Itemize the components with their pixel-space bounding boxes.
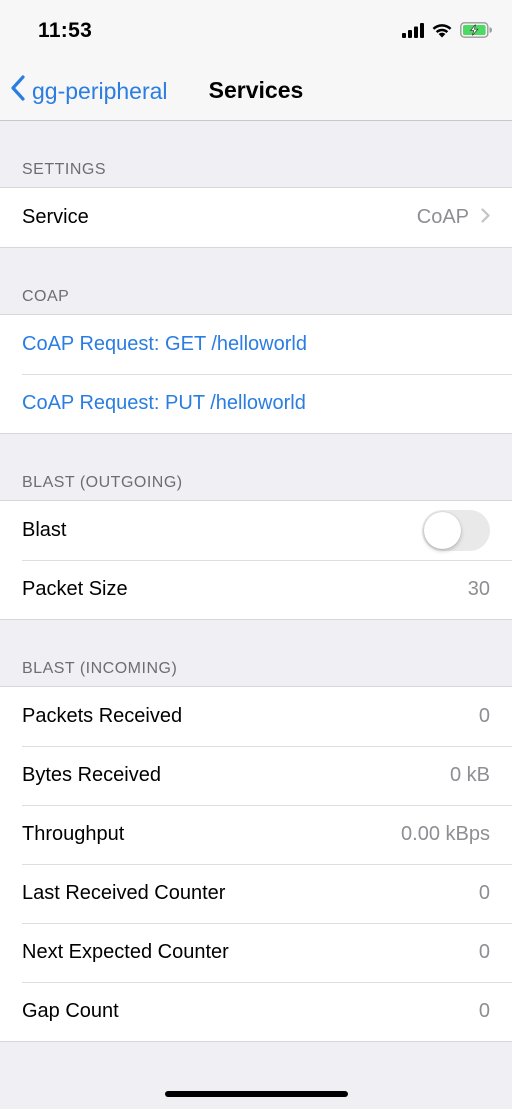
throughput-label: Throughput	[22, 823, 125, 845]
service-label: Service	[22, 206, 89, 228]
throughput-value: 0.00 kBps	[401, 823, 490, 845]
coap-get-request-button[interactable]: CoAP Request: GET /helloworld	[22, 333, 490, 356]
section-header-blast-incoming: BLAST (INCOMING)	[22, 660, 178, 677]
section-header-blast-outgoing: BLAST (OUTGOING)	[22, 474, 183, 491]
coap-get-row[interactable]: CoAP Request: GET /helloworld	[0, 315, 512, 374]
blast-label: Blast	[22, 519, 67, 541]
settings-table: SETTINGS Service CoAP COAP CoAP Request:…	[0, 121, 512, 1042]
next-expected-counter-label: Next Expected Counter	[22, 941, 229, 963]
page-title: Services	[208, 77, 304, 103]
coap-put-request-button[interactable]: CoAP Request: PUT /helloworld	[22, 392, 490, 415]
service-value: CoAP	[416, 206, 469, 228]
chevron-right-icon	[481, 206, 490, 229]
last-received-counter-value: 0	[478, 882, 490, 904]
packet-size-value: 30	[467, 578, 490, 600]
gap-count-row: Gap Count 0	[0, 982, 512, 1041]
packet-size-label: Packet Size	[22, 578, 128, 600]
navigation-bar: gg-peripheral Services	[0, 60, 512, 121]
status-icons	[402, 22, 492, 43]
settings-group: Service CoAP	[0, 187, 512, 248]
blast-toggle-knob	[424, 512, 461, 549]
wifi-icon	[431, 22, 453, 43]
signal-icon	[402, 22, 424, 43]
packets-received-row: Packets Received 0	[0, 687, 512, 746]
bytes-received-label: Bytes Received	[22, 764, 161, 786]
bytes-received-row: Bytes Received 0 kB	[0, 746, 512, 805]
next-expected-counter-value: 0	[478, 941, 490, 963]
blast-incoming-group: Packets Received 0 Bytes Received 0 kB T…	[0, 686, 512, 1042]
coap-group: CoAP Request: GET /helloworld CoAP Reque…	[0, 314, 512, 434]
gap-count-label: Gap Count	[22, 1000, 119, 1022]
blast-row: Blast	[0, 501, 512, 560]
packets-received-label: Packets Received	[22, 705, 183, 727]
packet-size-row: Packet Size 30	[0, 560, 512, 619]
status-time: 11:53	[38, 19, 93, 42]
section-header-coap: COAP	[22, 288, 70, 305]
last-received-counter-row: Last Received Counter 0	[0, 864, 512, 923]
battery-charging-icon	[460, 22, 492, 43]
blast-outgoing-group: Blast Packet Size 30	[0, 500, 512, 620]
blast-toggle[interactable]	[422, 510, 490, 551]
home-indicator[interactable]	[165, 1091, 348, 1097]
last-received-counter-label: Last Received Counter	[22, 882, 226, 904]
status-bar: 11:53	[0, 0, 512, 60]
coap-put-row[interactable]: CoAP Request: PUT /helloworld	[0, 374, 512, 433]
throughput-row: Throughput 0.00 kBps	[0, 805, 512, 864]
bytes-received-value: 0 kB	[449, 764, 490, 786]
packets-received-value: 0	[478, 705, 490, 727]
service-row[interactable]: Service CoAP	[0, 188, 512, 247]
next-expected-counter-row: Next Expected Counter 0	[0, 923, 512, 982]
gap-count-value: 0	[478, 1000, 490, 1022]
section-header-settings: SETTINGS	[22, 161, 107, 178]
